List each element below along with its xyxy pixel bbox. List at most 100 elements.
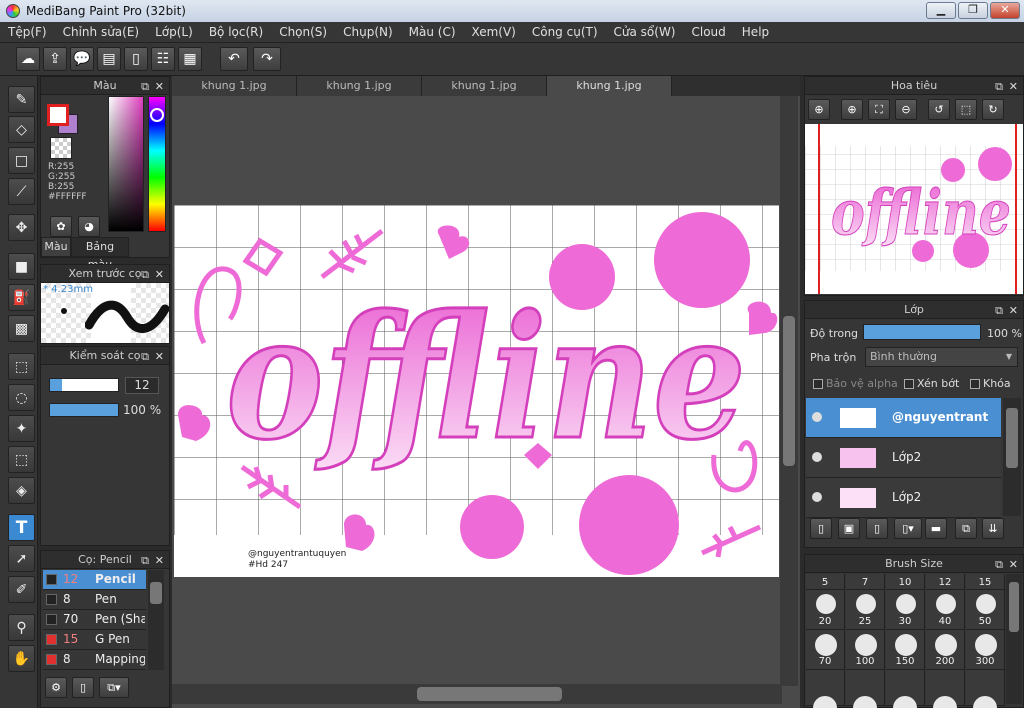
new-halftone-layer-icon[interactable]: ▣ [838, 518, 860, 539]
new-8bit-layer-icon[interactable]: ▯ [866, 518, 888, 539]
brush-size-cell[interactable] [846, 670, 885, 708]
undock-icon[interactable]: ⧉ [141, 552, 149, 569]
undock-icon[interactable]: ⧉ [995, 302, 1003, 319]
undock-icon[interactable]: ⧉ [141, 348, 149, 365]
brush-size-scroll-thumb[interactable] [1009, 582, 1019, 632]
fit-view-icon[interactable]: ⛶ [868, 99, 890, 120]
menu-snap[interactable]: Chụp(N) [335, 25, 401, 39]
artwork-canvas[interactable]: offline @nguyentrantuquyen #Hd 247 [174, 205, 779, 577]
flip-icon[interactable]: ⬚ [955, 99, 977, 120]
menu-tools[interactable]: Công cụ(T) [524, 25, 606, 39]
menu-select[interactable]: Chọn(S) [271, 25, 335, 39]
brush-size-cell[interactable]: 7 [846, 574, 885, 590]
speech-bubble-icon[interactable]: ▤ [97, 47, 121, 71]
horizontal-scroll-thumb[interactable] [417, 687, 562, 701]
menu-window[interactable]: Cửa sổ(W) [606, 25, 684, 39]
brush-size-cell[interactable]: 20 [806, 590, 845, 630]
close-icon[interactable]: ✕ [155, 348, 164, 365]
zoom-in-icon[interactable]: ⊕ [808, 99, 830, 120]
eye-icon[interactable] [812, 452, 822, 462]
close-icon[interactable]: ✕ [1009, 556, 1018, 573]
brush-item-g-pen[interactable]: 15 G Pen [43, 630, 146, 650]
hand-tool-icon[interactable]: ✋ [8, 645, 35, 672]
close-icon[interactable]: ✕ [155, 266, 164, 283]
zoom-out-icon[interactable]: ⊖ [895, 99, 917, 120]
cloud-icon[interactable]: ☁ [16, 47, 40, 71]
menu-filter[interactable]: Bộ lọc(R) [201, 25, 271, 39]
tab-doc-1[interactable]: khung 1.jpg [172, 76, 297, 96]
duplicate-layer-icon[interactable]: ⧉ [955, 518, 977, 539]
maximize-button[interactable]: ❐ [958, 2, 988, 19]
eraser-tool-icon[interactable]: ◇ [8, 116, 35, 143]
dot-tool-icon[interactable]: □ [8, 147, 35, 174]
rotate-left-icon[interactable]: ↺ [928, 99, 950, 120]
brush-size-cell[interactable] [926, 670, 965, 708]
merge-layer-icon[interactable]: ⇊ [982, 518, 1004, 539]
brush-opacity-slider[interactable] [49, 403, 119, 417]
minimize-button[interactable]: ▁ [926, 2, 956, 19]
menu-cloud[interactable]: Cloud [684, 25, 734, 39]
new-layer-icon[interactable]: ▯ [810, 518, 832, 539]
select-eraser-tool-icon[interactable]: ◈ [8, 477, 35, 504]
protect-alpha-checkbox[interactable]: Bảo vệ alpha [813, 377, 898, 390]
brush-tool-icon[interactable]: ✎ [8, 86, 35, 113]
undock-icon[interactable]: ⧉ [141, 266, 149, 283]
close-icon[interactable]: ✕ [1009, 302, 1018, 319]
layer-opacity-slider[interactable] [863, 324, 981, 340]
magic-wand-tool-icon[interactable]: ✦ [8, 415, 35, 442]
eye-icon[interactable] [812, 492, 822, 502]
lasso-tool-icon[interactable]: ◌ [8, 384, 35, 411]
close-button[interactable]: ✕ [990, 2, 1020, 19]
saturation-value-picker[interactable] [108, 96, 144, 232]
close-icon[interactable]: ✕ [155, 78, 164, 95]
menu-color[interactable]: Màu (C) [401, 25, 464, 39]
layer-row[interactable]: Lớp2 [806, 438, 1001, 478]
layer-row[interactable]: @nguyentrant [806, 398, 1001, 438]
brush-size-cell[interactable]: 100 [846, 630, 885, 670]
canvas-vertical-scrollbar[interactable] [780, 96, 798, 686]
vertical-scroll-thumb[interactable] [783, 316, 795, 466]
brush-list-scroll-thumb[interactable] [150, 582, 162, 604]
brush-page-icon[interactable]: ▯ [72, 677, 94, 698]
brush-size-cell[interactable] [966, 670, 1005, 708]
fill-shape-tool-icon[interactable]: ■ [8, 253, 35, 280]
close-icon[interactable]: ✕ [1009, 78, 1018, 95]
brush-size-scrollbar[interactable] [1006, 574, 1022, 704]
layer-scrollbar[interactable] [1003, 398, 1021, 516]
brush-item-mapping-pen[interactable]: 8 Mapping P [43, 650, 146, 670]
lock-checkbox[interactable]: Khóa [970, 377, 1011, 390]
undock-icon[interactable]: ⧉ [141, 78, 149, 95]
brush-size-cell[interactable]: 25 [846, 590, 885, 630]
canvas-horizontal-scrollbar[interactable] [172, 684, 782, 704]
brush-size-cell[interactable]: 50 [966, 590, 1005, 630]
move-tool-icon[interactable]: ✥ [8, 214, 35, 241]
brush-item-pencil[interactable]: 12 Pencil [43, 570, 146, 590]
navigator-thumbnail[interactable]: offline [805, 124, 1023, 294]
brush-size-cell[interactable]: 300 [966, 630, 1005, 670]
clipping-checkbox[interactable]: Xén bớt [904, 377, 959, 390]
transparent-color-swatch[interactable] [50, 137, 72, 159]
brush-size-cell[interactable]: 150 [886, 630, 925, 670]
brush-size-value[interactable]: 12 [125, 377, 159, 394]
page-icon[interactable]: ▯ [124, 47, 148, 71]
undock-icon[interactable]: ⧉ [995, 78, 1003, 95]
color-set-icon[interactable]: ◕ [78, 216, 100, 237]
folder-icon[interactable]: ▬ [925, 518, 947, 539]
operation-tool-icon[interactable]: ➚ [8, 545, 35, 572]
menu-layer[interactable]: Lớp(L) [147, 25, 201, 39]
layer-scroll-thumb[interactable] [1006, 408, 1018, 468]
brush-size-slider[interactable] [49, 378, 119, 392]
brush-list-scrollbar[interactable] [148, 570, 164, 670]
brush-size-cell[interactable]: 5 [806, 574, 845, 590]
bucket-tool-icon[interactable]: ⛽ [8, 284, 35, 311]
menu-edit[interactable]: Chỉnh sửa(E) [55, 25, 148, 39]
brush-size-cell[interactable]: 70 [806, 630, 845, 670]
comment-icon[interactable]: 💬 [70, 47, 94, 71]
brush-size-cell[interactable] [806, 670, 845, 708]
eye-icon[interactable] [812, 412, 822, 422]
add-brush-icon[interactable]: ⚙ [45, 677, 67, 698]
close-icon[interactable]: ✕ [155, 552, 164, 569]
tab-doc-2[interactable]: khung 1.jpg [297, 76, 422, 96]
layer-row[interactable]: Lớp2 [806, 478, 1001, 518]
brush-size-cell[interactable]: 15 [966, 574, 1005, 590]
